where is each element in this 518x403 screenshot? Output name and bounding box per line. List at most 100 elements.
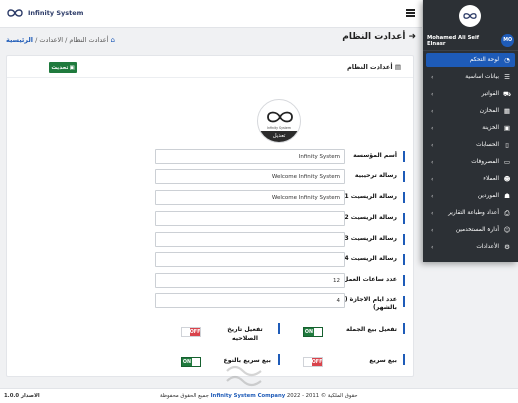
list-icon: ☰ xyxy=(504,73,510,81)
chevron-left-icon: ‹ xyxy=(431,175,434,183)
settings-icon: ⚙ xyxy=(504,243,510,251)
field-marker xyxy=(403,151,405,162)
quick-sale-type-toggle[interactable]: ON xyxy=(181,357,201,367)
quick-sale-toggle[interactable]: OFF xyxy=(303,357,323,367)
sidebar-item-expenses[interactable]: ‹ المصروفات ▭ xyxy=(426,155,515,169)
safe-icon: ▣ xyxy=(503,124,511,132)
warehouse-icon: ▦ xyxy=(503,107,511,115)
brand-logo-icon xyxy=(7,9,23,17)
field-marker xyxy=(403,213,405,224)
chevron-left-icon: ‹ xyxy=(431,73,434,81)
hamburger-icon[interactable] xyxy=(406,9,415,17)
receipt-message-3-label: رسالة الريسيت 3 xyxy=(344,235,397,242)
field-marker xyxy=(403,323,405,334)
field-marker xyxy=(403,275,405,286)
breadcrumb: أعدادت النظام / الاعدادت / الرئيسية ⌂ xyxy=(6,36,115,44)
field-marker xyxy=(403,192,405,203)
version-text: الاصدار 1.0.0 xyxy=(4,393,40,399)
card-header: ▤ أعدادت النظام ▣ تحديث xyxy=(7,56,413,78)
suppliers-icon: ☗ xyxy=(504,192,510,200)
field-marker xyxy=(403,296,405,307)
receipt-message-3-input[interactable] xyxy=(155,232,345,247)
field-marker xyxy=(403,254,405,265)
expiry-toggle-label: تفعيل تاريخ الصلاحيه xyxy=(227,326,263,342)
wholesale-toggle-label: تفعيل بيع الجملة xyxy=(345,326,397,333)
receipt-message-1-label: رسالة الريسيت 1 xyxy=(344,193,397,200)
company-link[interactable]: Infinity System Company xyxy=(211,393,286,399)
home-icon[interactable]: ⌂ xyxy=(111,36,115,44)
logo-edit-button[interactable]: تعديل xyxy=(258,131,300,142)
card-title: ▤ أعدادت النظام xyxy=(346,63,401,71)
document-icon: ▯ xyxy=(505,141,509,149)
sidebar-item-dashboard[interactable]: لوحة التحكم ◔ xyxy=(426,53,515,67)
receipt-message-2-input[interactable] xyxy=(155,211,345,226)
company-name-input[interactable]: Infinity System xyxy=(155,149,345,164)
chevron-left-icon: ‹ xyxy=(431,192,434,200)
vacation-days-input[interactable]: 4 xyxy=(155,293,345,308)
receipt-message-1-input[interactable]: Welcome Infinity System xyxy=(155,190,345,205)
clipboard-icon: ▤ xyxy=(394,63,401,71)
divider xyxy=(423,50,518,51)
watermark-logo xyxy=(226,365,262,387)
print-icon: ⎙ xyxy=(504,208,510,217)
wallet-icon: ▭ xyxy=(503,158,511,166)
sidebar-item-user-management[interactable]: ‹ أدارة المستخدمين ☺ xyxy=(426,223,515,237)
chevron-left-icon: ‹ xyxy=(431,209,434,217)
user-name: Mohamed Ali Seif Elnasr xyxy=(427,34,480,47)
sidebar-item-suppliers[interactable]: ‹ الموردين ☗ xyxy=(426,189,515,203)
breadcrumb-settings[interactable]: الاعدادت xyxy=(39,36,63,44)
vacation-days-label: عدد ايام الاجازة ( بالشهر) xyxy=(344,296,397,311)
receipt-message-4-input[interactable] xyxy=(155,252,345,267)
breadcrumb-home[interactable]: الرئيسية xyxy=(6,36,33,44)
footer: الاصدار 1.0.0 حقوق الملكية © 2011 - 2022… xyxy=(0,388,518,403)
arrow-right-icon[interactable]: ➜ xyxy=(408,32,416,42)
chevron-left-icon: ‹ xyxy=(431,226,434,234)
brand-name: Infinity System xyxy=(28,9,84,17)
sidebar: Mohamed Ali Seif Elnasr MO لوحة التحكم ◔ … xyxy=(423,0,518,262)
save-icon: ▣ xyxy=(69,64,75,71)
sidebar-item-invoices[interactable]: ‹ الفواتير ⛟ xyxy=(426,87,515,101)
sidebar-item-settings[interactable]: ‹ الأعدادات ⚙ xyxy=(426,240,515,254)
dashboard-icon: ◔ xyxy=(504,56,510,64)
sidebar-item-reports[interactable]: ‹ أعداد وطباعة التقارير ⎙ xyxy=(426,206,515,220)
sidebar-item-customers[interactable]: ‹ العملاء ☻ xyxy=(426,172,515,186)
settings-card: ▤ أعدادت النظام ▣ تحديث Infinity System ت… xyxy=(6,55,414,377)
logo-caption: Infinity System xyxy=(267,126,291,130)
company-name-label: أسم المؤسسة xyxy=(353,152,397,159)
sidebar-user[interactable]: Mohamed Ali Seif Elnasr MO xyxy=(427,34,514,47)
sidebar-item-accounts[interactable]: ‹ الحسابات ▯ xyxy=(426,138,515,152)
expiry-toggle[interactable]: OFF xyxy=(181,327,201,337)
chevron-left-icon: ‹ xyxy=(431,124,434,132)
receipt-message-2-label: رسالة الريسيت 2 xyxy=(344,214,397,221)
top-header: Infinity System xyxy=(0,0,422,28)
welcome-message-label: رسالة ترحيبية xyxy=(354,172,397,179)
welcome-message-input[interactable]: Welcome Infinity System xyxy=(155,169,345,184)
cart-icon: ⛟ xyxy=(503,89,512,98)
page-title: ➜أعدادت النظام xyxy=(342,32,416,42)
sidebar-item-treasury[interactable]: ‹ الخزينة ▣ xyxy=(426,121,515,135)
chevron-left-icon: ‹ xyxy=(431,90,434,98)
user-manage-icon: ☺ xyxy=(503,226,511,234)
users-icon: ☻ xyxy=(503,175,511,183)
work-hours-input[interactable]: 12 xyxy=(155,273,345,288)
avatar: MO xyxy=(501,34,514,47)
sidebar-item-basic-data[interactable]: ‹ بيانات اساسية ☰ xyxy=(426,70,515,84)
company-logo-upload[interactable]: Infinity System تعديل xyxy=(257,99,301,143)
update-button[interactable]: ▣ تحديث xyxy=(49,62,77,73)
work-hours-label: عدد ساعات العمل xyxy=(342,276,397,283)
copyright-text: حقوق الملكية © 2011 - 2022 Infinity Syst… xyxy=(160,393,358,399)
chevron-left-icon: ‹ xyxy=(431,243,434,251)
infinity-logo-icon xyxy=(463,13,477,19)
field-marker xyxy=(403,171,405,182)
receipt-message-4-label: رسالة الريسيت 4 xyxy=(344,255,397,262)
chevron-left-icon: ‹ xyxy=(431,158,434,166)
field-marker xyxy=(278,354,280,365)
sidebar-item-warehouses[interactable]: ‹ المخازن ▦ xyxy=(426,104,515,118)
quick-sale-toggle-label: بيع سريع xyxy=(369,357,397,364)
chevron-left-icon: ‹ xyxy=(431,141,434,149)
field-marker xyxy=(403,354,405,365)
breadcrumb-current: أعدادت النظام xyxy=(69,36,109,44)
chevron-left-icon: ‹ xyxy=(431,107,434,115)
field-marker xyxy=(403,234,405,245)
wholesale-toggle[interactable]: ON xyxy=(303,327,323,337)
